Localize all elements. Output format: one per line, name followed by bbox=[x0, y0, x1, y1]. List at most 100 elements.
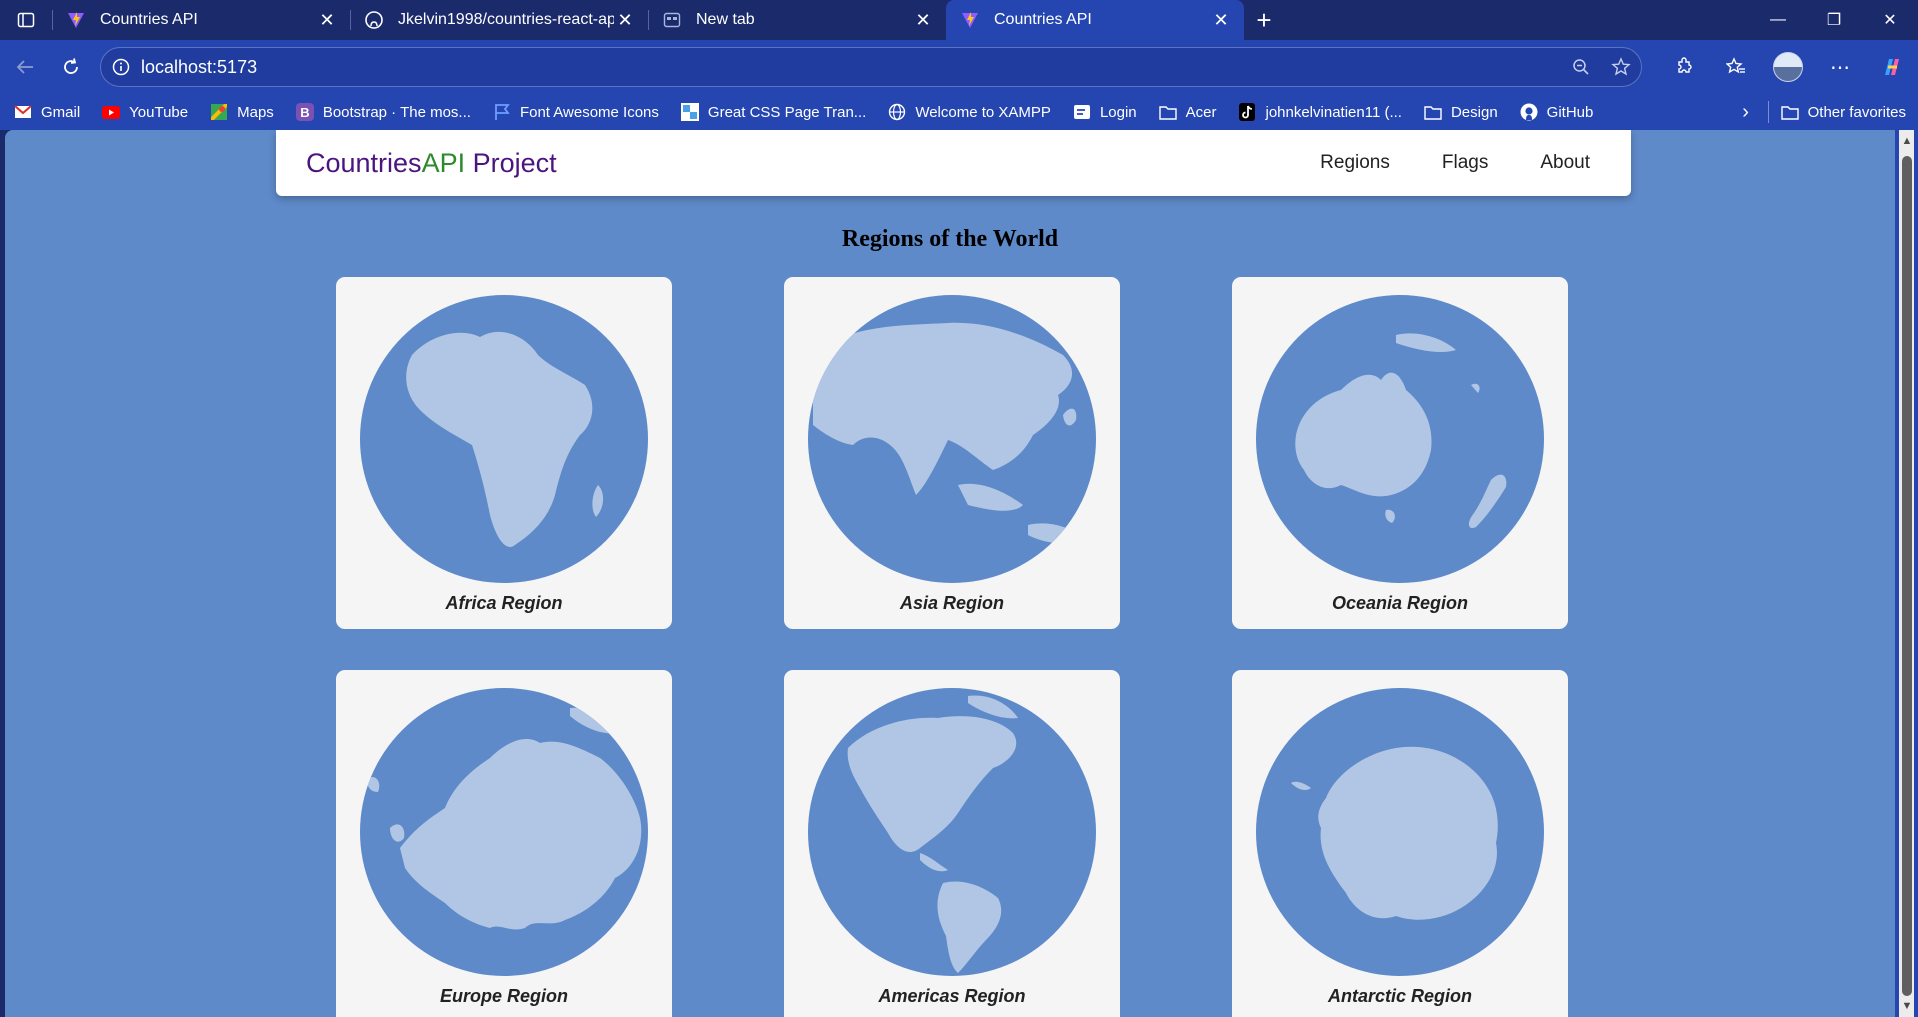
tab-close-icon[interactable]: ✕ bbox=[1210, 10, 1232, 31]
scrollbar[interactable]: ▲ ▼ bbox=[1895, 130, 1918, 1017]
more-menu-icon[interactable]: ⋯ bbox=[1814, 55, 1866, 80]
chevron-right-icon[interactable]: › bbox=[1724, 101, 1768, 124]
page-title: Regions of the World bbox=[841, 226, 1059, 252]
asia-globe-image bbox=[808, 295, 1096, 583]
nav-link-flags[interactable]: Flags bbox=[1442, 152, 1488, 174]
address-bar[interactable]: localhost:5173 bbox=[100, 47, 1642, 87]
scroll-up-icon[interactable]: ▲ bbox=[1900, 134, 1914, 148]
app-navbar: CountriesAPI Project Regions Flags About bbox=[276, 130, 1631, 196]
copilot-icon[interactable] bbox=[1866, 55, 1918, 79]
bookmark-other-favorites[interactable]: Other favorites bbox=[1780, 103, 1906, 121]
bookmark-bootstrap[interactable]: B Bootstrap · The mos... bbox=[295, 103, 471, 121]
bookmark-youtube[interactable]: YouTube bbox=[102, 103, 188, 121]
brand-logo[interactable]: CountriesAPI Project bbox=[306, 148, 557, 179]
css-icon bbox=[680, 103, 699, 121]
page-viewport: CountriesAPI Project Regions Flags About… bbox=[5, 130, 1895, 1017]
tab-actions-button[interactable] bbox=[0, 0, 52, 40]
region-card-antarctic[interactable]: Antarctic Region bbox=[1232, 670, 1568, 1017]
newtab-icon bbox=[662, 10, 682, 30]
bookmark-login[interactable]: Login bbox=[1073, 103, 1137, 121]
bookmark-github[interactable]: GitHub bbox=[1520, 103, 1594, 121]
bookmark-acer[interactable]: Acer bbox=[1158, 103, 1217, 121]
region-label: Africa Region bbox=[445, 593, 563, 613]
bookmark-design[interactable]: Design bbox=[1424, 103, 1498, 121]
bookmark-maps[interactable]: Maps bbox=[210, 103, 274, 121]
region-label: Oceania Region bbox=[1331, 593, 1469, 613]
bookmark-label: Design bbox=[1450, 103, 1498, 121]
new-tab-button[interactable]: + bbox=[1244, 0, 1284, 40]
site-info-icon[interactable] bbox=[101, 58, 141, 76]
bookmark-johnkelvinatien11[interactable]: johnkelvinatien11 (... bbox=[1238, 103, 1402, 121]
bookmark-label: Acer bbox=[1185, 103, 1217, 121]
refresh-button[interactable] bbox=[48, 47, 94, 87]
favorite-star-icon[interactable] bbox=[1601, 57, 1641, 77]
bookmark-label: Welcome to XAMPP bbox=[915, 103, 1051, 121]
region-card-africa[interactable]: Africa Region bbox=[336, 277, 672, 629]
bookmark-label: Bootstrap · The mos... bbox=[322, 103, 471, 121]
tab-countries-api-active[interactable]: Countries API ✕ bbox=[946, 0, 1244, 40]
address-text: localhost:5173 bbox=[141, 56, 258, 77]
region-label: Antarctic Region bbox=[1327, 986, 1473, 1006]
bookmark-welcome[interactable]: Welcome to XAMPP bbox=[888, 103, 1051, 121]
brand-text-countries: Countries bbox=[306, 147, 422, 178]
region-label: Americas Region bbox=[878, 986, 1026, 1006]
divider bbox=[1767, 101, 1769, 123]
africa-globe-image bbox=[360, 295, 648, 583]
tab-countries-api-1[interactable]: Countries API ✕ bbox=[52, 0, 350, 40]
bookmark-label: Maps bbox=[237, 103, 274, 121]
region-card-americas[interactable]: Americas Region bbox=[784, 670, 1120, 1017]
vite-icon bbox=[66, 10, 86, 30]
region-card-asia[interactable]: Asia Region bbox=[784, 277, 1120, 629]
tab-github[interactable]: Jkelvin1998/countries-react-api-fi ✕ bbox=[350, 0, 648, 40]
americas-globe-image bbox=[808, 688, 1096, 976]
window-controls: — ❐ ✕ bbox=[1750, 0, 1918, 40]
minimize-icon[interactable]: — bbox=[1750, 0, 1806, 40]
youtube-icon bbox=[102, 103, 121, 121]
folder-icon bbox=[1158, 103, 1177, 121]
scrollbar-thumb[interactable] bbox=[1902, 156, 1912, 996]
extensions-icon[interactable] bbox=[1658, 57, 1710, 77]
bookmark-label: Other favorites bbox=[1807, 103, 1906, 121]
antarctic-globe-image bbox=[1256, 688, 1544, 976]
scroll-down-icon[interactable]: ▼ bbox=[1900, 999, 1914, 1013]
tab-new-tab[interactable]: New tab ✕ bbox=[648, 0, 946, 40]
svg-text:B: B bbox=[300, 105, 309, 120]
gmail-icon bbox=[14, 103, 32, 121]
refresh-icon bbox=[64, 58, 78, 74]
brand-text-api: API bbox=[421, 147, 466, 178]
close-window-icon[interactable]: ✕ bbox=[1862, 0, 1918, 40]
region-card-europe[interactable]: Europe Region bbox=[336, 670, 672, 1017]
region-label: Asia Region bbox=[899, 593, 1005, 613]
tab-title: Countries API bbox=[994, 11, 1092, 28]
bookmark-label: Gmail bbox=[41, 103, 81, 121]
tab-close-icon[interactable]: ✕ bbox=[912, 10, 934, 31]
bookmark-gmail[interactable]: Gmail bbox=[14, 103, 80, 121]
profile-avatar[interactable] bbox=[1762, 52, 1814, 82]
region-label: Europe Region bbox=[439, 986, 568, 1006]
bookmark-label: Font Awesome Icons bbox=[519, 103, 659, 121]
bookmark-font[interactable]: Font Awesome Icons bbox=[493, 103, 659, 121]
bookmark-great[interactable]: Great CSS Page Tran... bbox=[680, 103, 866, 121]
restore-icon[interactable]: ❐ bbox=[1806, 0, 1862, 40]
folder-icon bbox=[1424, 103, 1442, 121]
tab-close-icon[interactable]: ✕ bbox=[316, 10, 338, 31]
brand-text-project: Project bbox=[465, 147, 557, 178]
bookmark-label: GitHub bbox=[1546, 103, 1594, 121]
tab-strip: Countries API ✕ Jkelvin1998/countries-re… bbox=[0, 0, 1918, 40]
toolbar-right: ⋯ bbox=[1658, 40, 1918, 94]
zoom-out-icon[interactable] bbox=[1561, 58, 1601, 76]
region-card-oceania[interactable]: Oceania Region bbox=[1232, 277, 1568, 629]
favorites-icon[interactable] bbox=[1710, 57, 1762, 77]
tab-actions-icon bbox=[17, 12, 35, 28]
back-button[interactable] bbox=[2, 47, 48, 87]
folder-icon bbox=[1780, 103, 1799, 121]
europe-globe-image bbox=[360, 688, 648, 976]
flag-icon bbox=[493, 103, 511, 121]
tab-title: Countries API bbox=[100, 11, 198, 28]
nav-link-about[interactable]: About bbox=[1540, 152, 1590, 174]
bookmark-label: johnkelvinatien11 (... bbox=[1265, 103, 1402, 121]
browser-toolbar: localhost:5173 ⋯ bbox=[0, 40, 1918, 94]
nav-link-regions[interactable]: Regions bbox=[1320, 152, 1390, 174]
tab-close-icon[interactable]: ✕ bbox=[614, 10, 636, 31]
vite-icon bbox=[960, 10, 980, 30]
